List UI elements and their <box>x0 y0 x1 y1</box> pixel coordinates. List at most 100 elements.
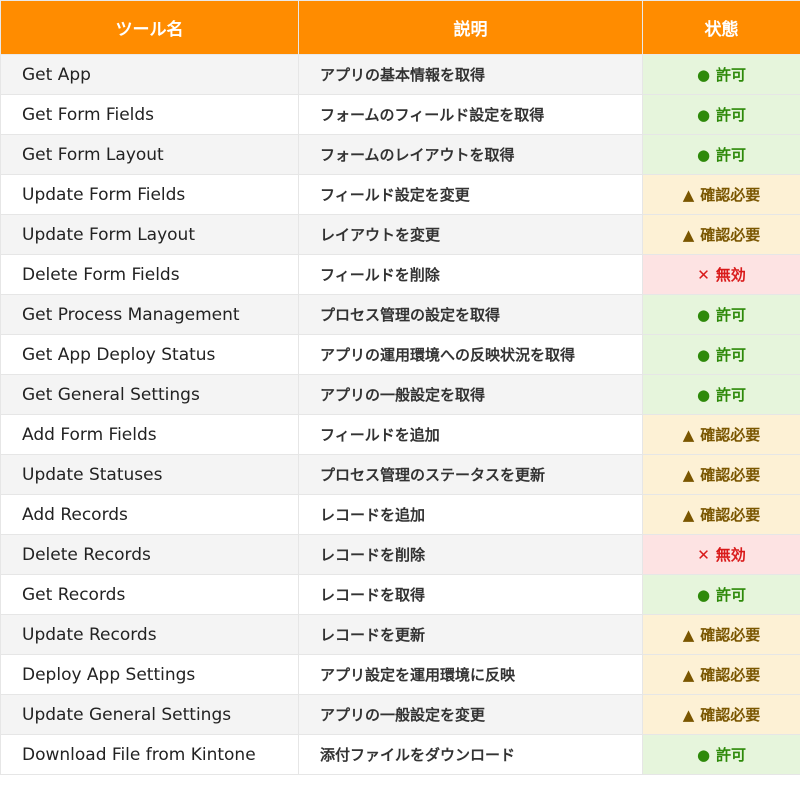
status-cell: ● 許可 <box>642 734 800 775</box>
description-cell: フィールドを削除 <box>298 254 643 295</box>
description-cell: レイアウトを変更 <box>298 214 643 255</box>
status-label: 確認必要 <box>700 506 761 524</box>
status-cell: ▲ 確認必要 <box>642 414 800 455</box>
header-status: 状態 <box>642 0 800 55</box>
table-row: Add Records レコードを追加 ▲ 確認必要 <box>0 494 800 535</box>
description-cell: フォームのフィールド設定を取得 <box>298 94 643 135</box>
status-label: 確認必要 <box>700 626 761 644</box>
table-row: Delete Records レコードを削除 ✕ 無効 <box>0 534 800 575</box>
description-cell: レコードを取得 <box>298 574 643 615</box>
status-label: 確認必要 <box>700 226 761 244</box>
status-cell: ▲ 確認必要 <box>642 214 800 255</box>
tool-name-cell: Add Form Fields <box>0 414 299 455</box>
tool-name-cell: Update Form Layout <box>0 214 299 255</box>
tool-name-cell: Get Records <box>0 574 299 615</box>
circle-icon: ● <box>696 146 711 164</box>
warning-triangle-icon: ▲ <box>682 626 695 644</box>
header-description: 説明 <box>298 0 643 55</box>
table-header-row: ツール名 説明 状態 <box>0 0 800 55</box>
table-row: Download File from Kintone 添付ファイルをダウンロード ●… <box>0 734 800 775</box>
circle-icon: ● <box>696 106 711 124</box>
warning-triangle-icon: ▲ <box>682 226 695 244</box>
tool-name-cell: Update Records <box>0 614 299 655</box>
status-label: 確認必要 <box>700 466 761 484</box>
description-cell: アプリ設定を運用環境に反映 <box>298 654 643 695</box>
tool-name-cell: Get Form Layout <box>0 134 299 175</box>
status-cell: ▲ 確認必要 <box>642 654 800 695</box>
description-cell: アプリの一般設定を取得 <box>298 374 643 415</box>
description-cell: アプリの基本情報を取得 <box>298 54 643 95</box>
warning-triangle-icon: ▲ <box>682 506 695 524</box>
status-label: 許可 <box>716 106 747 124</box>
circle-icon: ● <box>696 66 711 84</box>
status-cell: ▲ 確認必要 <box>642 454 800 495</box>
status-label: 許可 <box>716 586 747 604</box>
description-cell: アプリの運用環境への反映状況を取得 <box>298 334 643 375</box>
status-cell: ▲ 確認必要 <box>642 494 800 535</box>
status-label: 許可 <box>716 146 747 164</box>
cross-icon: ✕ <box>697 266 710 284</box>
table-row: Update Form Layout レイアウトを変更 ▲ 確認必要 <box>0 214 800 255</box>
circle-icon: ● <box>696 746 711 764</box>
tool-name-cell: Add Records <box>0 494 299 535</box>
table-row: Get Form Fields フォームのフィールド設定を取得 ● 許可 <box>0 94 800 135</box>
description-cell: フォームのレイアウトを取得 <box>298 134 643 175</box>
table-row: Get Records レコードを取得 ● 許可 <box>0 574 800 615</box>
table-row: Delete Form Fields フィールドを削除 ✕ 無効 <box>0 254 800 295</box>
status-label: 許可 <box>716 746 747 764</box>
table-row: Get Form Layout フォームのレイアウトを取得 ● 許可 <box>0 134 800 175</box>
circle-icon: ● <box>696 346 711 364</box>
circle-icon: ● <box>696 306 711 324</box>
cross-icon: ✕ <box>697 546 710 564</box>
tool-name-cell: Download File from Kintone <box>0 734 299 775</box>
tool-name-cell: Update Form Fields <box>0 174 299 215</box>
table-row: Update General Settings アプリの一般設定を変更 ▲ 確認必要 <box>0 694 800 735</box>
description-cell: プロセス管理のステータスを更新 <box>298 454 643 495</box>
table-row: Get Process Management プロセス管理の設定を取得 ● 許可 <box>0 294 800 335</box>
table-row: Add Form Fields フィールドを追加 ▲ 確認必要 <box>0 414 800 455</box>
table-row: Update Records レコードを更新 ▲ 確認必要 <box>0 614 800 655</box>
warning-triangle-icon: ▲ <box>682 186 695 204</box>
table-row: Update Form Fields フィールド設定を変更 ▲ 確認必要 <box>0 174 800 215</box>
table-row: Get App アプリの基本情報を取得 ● 許可 <box>0 54 800 95</box>
tool-name-cell: Delete Form Fields <box>0 254 299 295</box>
status-cell: ● 許可 <box>642 134 800 175</box>
status-cell: ▲ 確認必要 <box>642 694 800 735</box>
status-label: 無効 <box>715 546 746 564</box>
status-cell: ▲ 確認必要 <box>642 614 800 655</box>
status-cell: ● 許可 <box>642 54 800 95</box>
status-cell: ● 許可 <box>642 574 800 615</box>
tool-name-cell: Get Form Fields <box>0 94 299 135</box>
tool-name-cell: Get General Settings <box>0 374 299 415</box>
description-cell: レコードを削除 <box>298 534 643 575</box>
tool-name-cell: Get App Deploy Status <box>0 334 299 375</box>
table-row: Get General Settings アプリの一般設定を取得 ● 許可 <box>0 374 800 415</box>
status-cell: ● 許可 <box>642 294 800 335</box>
status-cell: ● 許可 <box>642 94 800 135</box>
status-label: 確認必要 <box>700 186 761 204</box>
status-label: 確認必要 <box>700 706 761 724</box>
tool-name-cell: Get App <box>0 54 299 95</box>
warning-triangle-icon: ▲ <box>682 426 695 444</box>
warning-triangle-icon: ▲ <box>682 706 695 724</box>
description-cell: レコードを更新 <box>298 614 643 655</box>
status-label: 許可 <box>716 346 747 364</box>
status-cell: ● 許可 <box>642 334 800 375</box>
description-cell: フィールド設定を変更 <box>298 174 643 215</box>
tool-name-cell: Get Process Management <box>0 294 299 335</box>
tool-name-cell: Deploy App Settings <box>0 654 299 695</box>
circle-icon: ● <box>696 586 711 604</box>
status-label: 許可 <box>716 386 747 404</box>
status-cell: ● 許可 <box>642 374 800 415</box>
warning-triangle-icon: ▲ <box>682 466 695 484</box>
tool-name-cell: Delete Records <box>0 534 299 575</box>
header-tool-name: ツール名 <box>0 0 299 55</box>
tool-permissions-table: ツール名 説明 状態 Get App アプリの基本情報を取得 ● 許可 Get Form… <box>0 0 800 775</box>
status-label: 確認必要 <box>700 666 761 684</box>
status-label: 許可 <box>716 66 747 84</box>
description-cell: プロセス管理の設定を取得 <box>298 294 643 335</box>
description-cell: 添付ファイルをダウンロード <box>298 734 643 775</box>
description-cell: アプリの一般設定を変更 <box>298 694 643 735</box>
table-row: Deploy App Settings アプリ設定を運用環境に反映 ▲ 確認必要 <box>0 654 800 695</box>
table-row: Get App Deploy Status アプリの運用環境への反映状況を取得 ● 許… <box>0 334 800 375</box>
